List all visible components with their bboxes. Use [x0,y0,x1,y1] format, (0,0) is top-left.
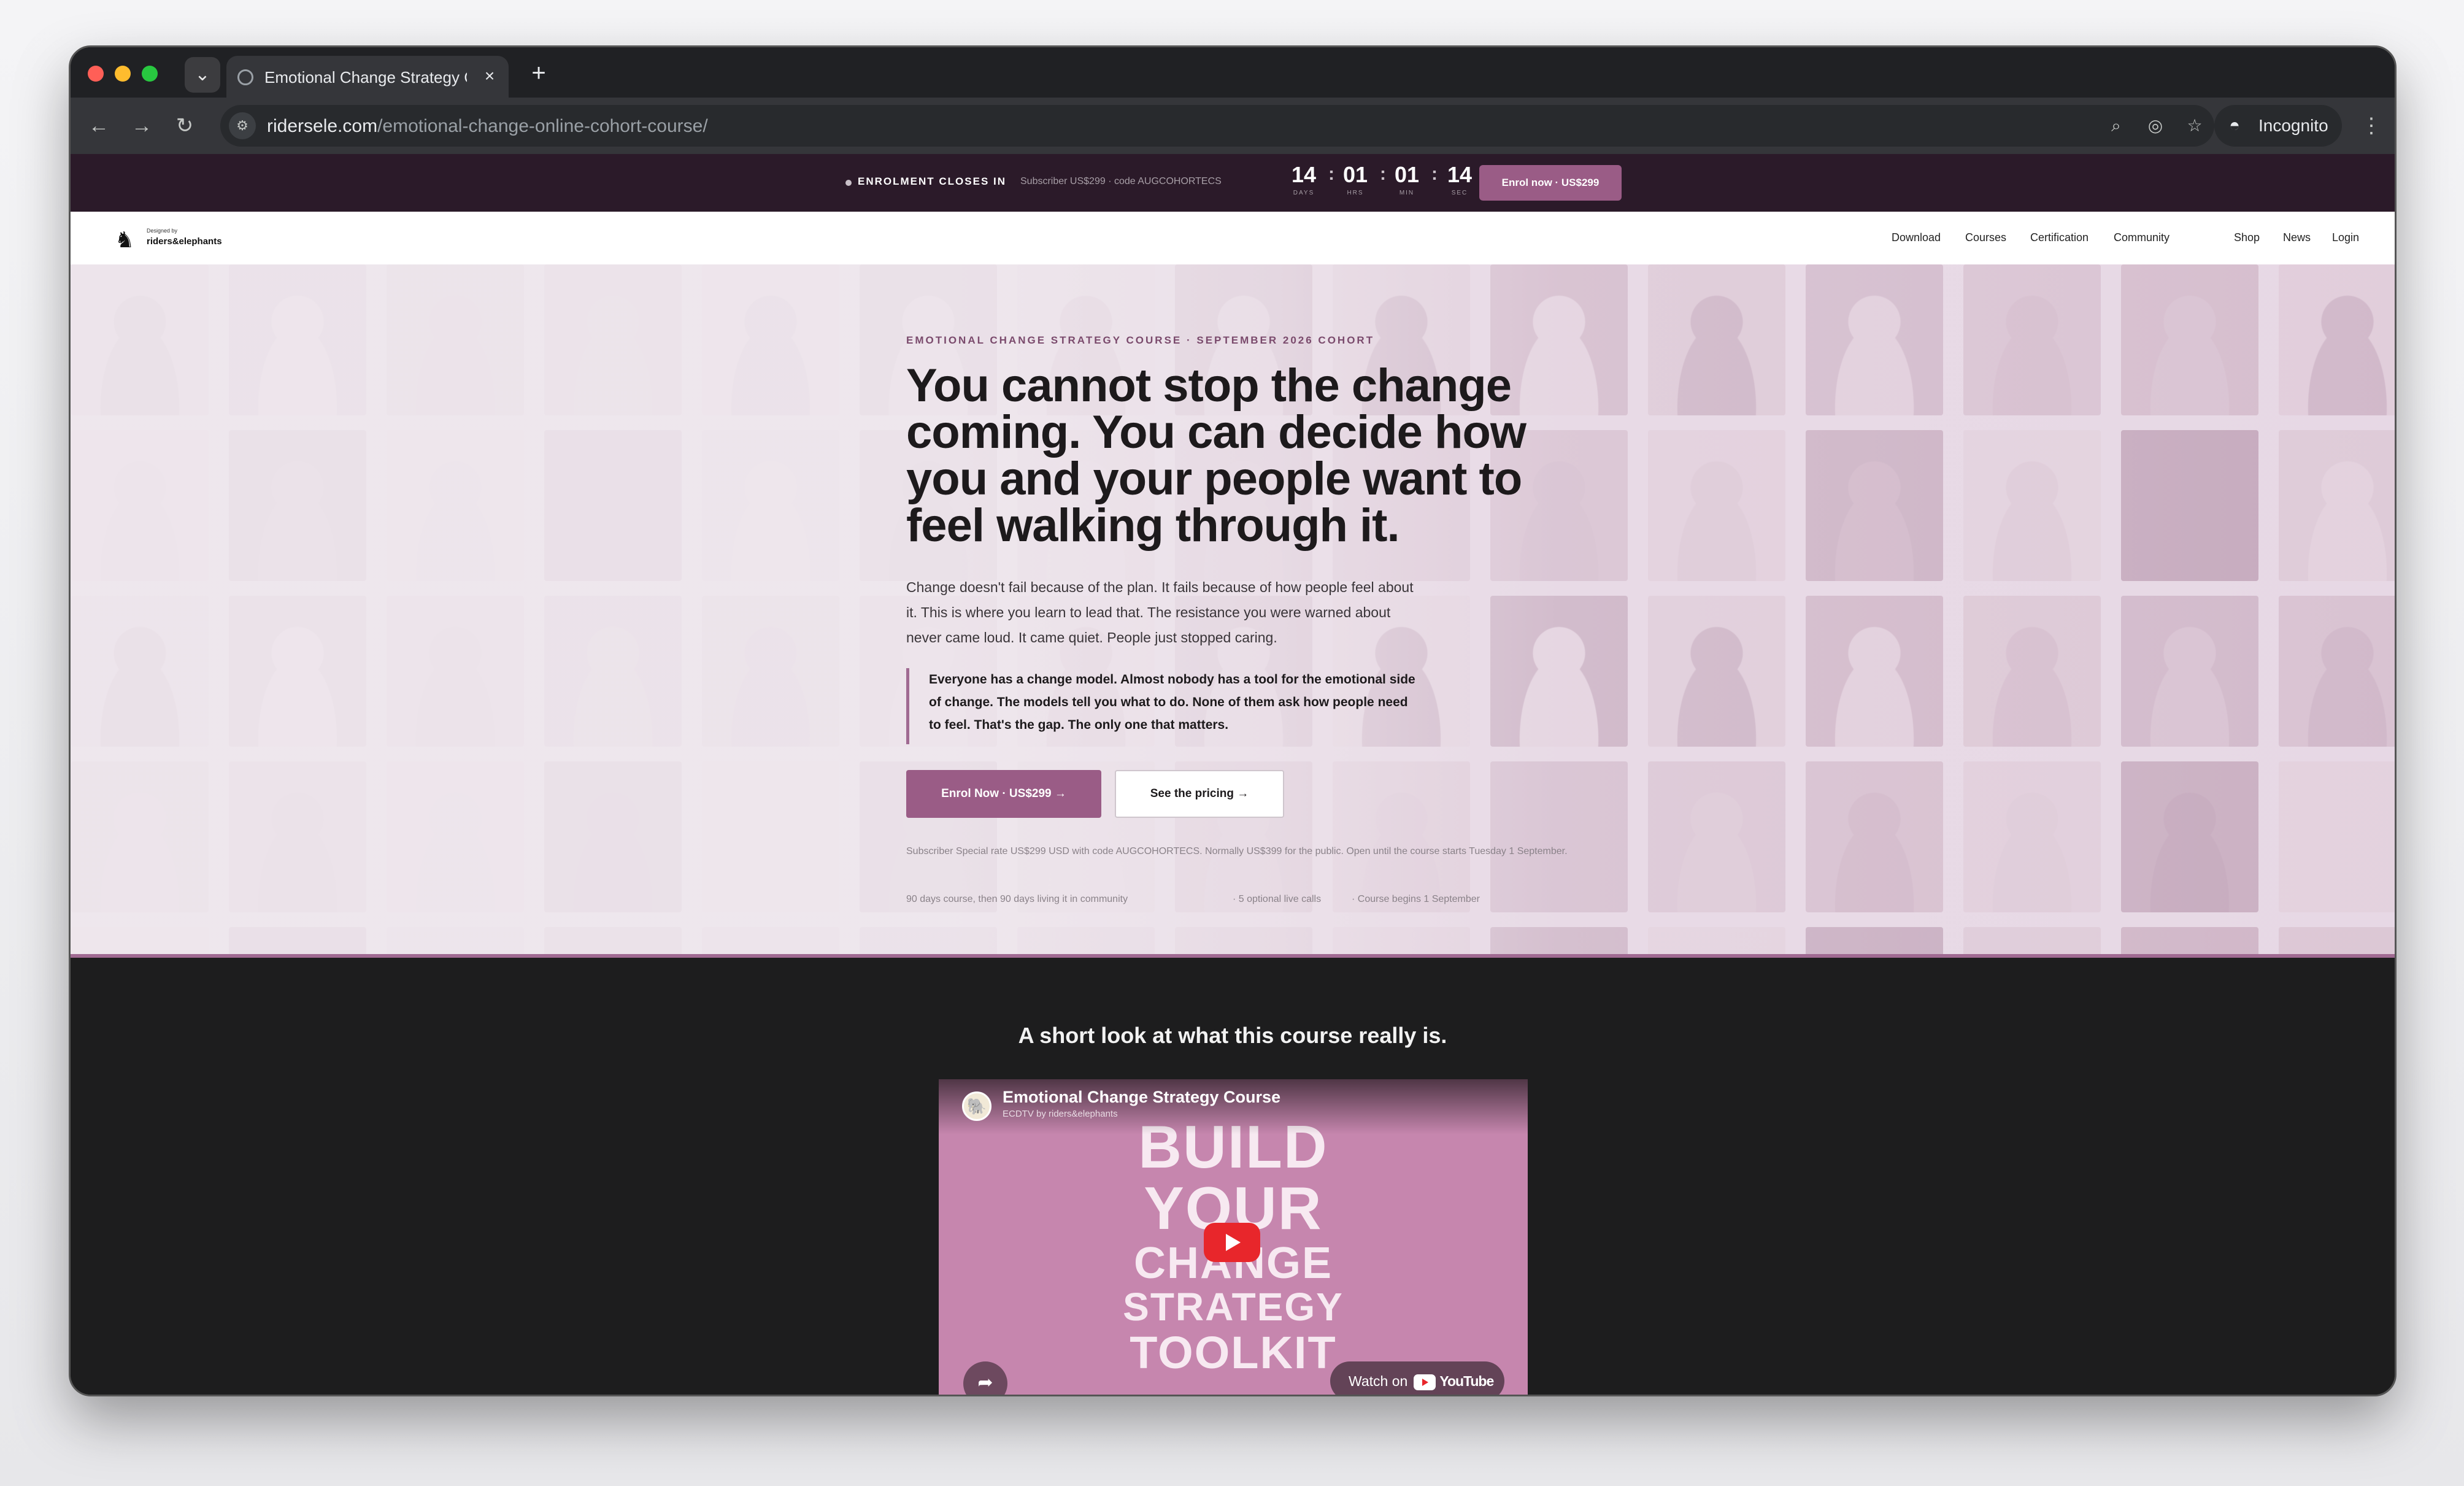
active-tab[interactable]: Emotional Change Strategy Course × [226,56,509,98]
nav-link-community[interactable]: Community [2114,231,2169,244]
star-icon[interactable]: ☆ [2182,114,2207,138]
nav-link-certification[interactable]: Certification [2030,231,2089,244]
logo-wordmark: riders&elephants [147,236,222,247]
close-window-button[interactable] [88,66,104,82]
incognito-label: Incognito [2258,116,2328,135]
site-header: ♞ Designed by riders&elephants Download … [71,212,2395,264]
see-pricing-button[interactable]: See the pricing → [1115,770,1284,818]
site-settings-icon[interactable]: ⚙ [229,112,256,139]
hero-section: EMOTIONAL CHANGE STRATEGY COURSE · SEPTE… [71,264,2395,1078]
nav-link-shop[interactable]: Shop [2234,231,2260,244]
countdown-unit: SEC [1451,190,1468,196]
youtube-wordmark: YouTube [1439,1373,1494,1389]
enrol-now-button[interactable]: Enrol Now · US$299 → [906,770,1101,818]
pricing-fine-print: Subscriber Special rate US$299 USD with … [906,846,1568,857]
close-icon[interactable]: × [479,66,500,87]
countdown-value: 14 [1291,162,1317,187]
chevron-down-icon: ⌄ [194,64,210,85]
elephant-icon: ♞ [115,227,135,252]
nav-link-login[interactable]: Login [2332,231,2359,244]
url-path: /emotional-change-online-cohort-course/ [377,116,708,136]
youtube-icon [1414,1374,1436,1390]
countdown-separator: : [1380,164,1386,184]
watch-on-label: Watch on [1349,1373,1408,1389]
countdown-value: 01 [1342,162,1368,187]
tab-search-button[interactable]: ⌄ [185,57,220,93]
address-bar[interactable]: ⚙ ridersele.com/emotional-change-online-… [220,105,2214,147]
arrow-left-icon: ← [88,114,109,137]
countdown-separator: : [1328,164,1334,184]
player-header: 🐘 Emotional Change Strategy Course ECDTV… [939,1079,1528,1134]
tab-title: Emotional Change Strategy Course [264,68,467,87]
watch-on-youtube-button[interactable]: Watch on YouTube [1330,1361,1504,1395]
enrolment-closes-label: ENROLMENT CLOSES IN [858,175,1007,187]
video-title[interactable]: Emotional Change Strategy Course [1003,1088,1280,1107]
incognito-badge[interactable]: ◓ Incognito [2214,105,2342,147]
nav-link-download[interactable]: Download [1892,231,1941,244]
course-meta-duration: 90 days course, then 90 days living it i… [906,894,1128,904]
countdown-unit: MIN [1399,190,1415,196]
maximize-window-button[interactable] [142,66,158,82]
course-meta-calls: · 5 optional live calls [1233,894,1322,904]
dot-icon [845,180,852,186]
hero-headline: You cannot stop the change coming. You c… [906,360,1527,552]
nav-link-courses[interactable]: Courses [1965,231,2006,244]
countdown-value: 14 [1447,162,1473,187]
course-meta-start: · Course begins 1 September [1352,894,1480,904]
hero-lede: Change doesn't fail because of the plan.… [906,579,1414,645]
play-button[interactable] [1204,1223,1260,1262]
page-viewport: ENROLMENT CLOSES IN Subscriber US$299 · … [71,154,2395,1395]
tab-bar: ⌄ Emotional Change Strategy Course × + [71,47,2395,98]
thumbnail-text-line: STRATEGY [1123,1285,1344,1329]
countdown-seconds: 14 SEC [1442,162,1477,197]
zoom-icon[interactable]: ⌕ [2104,114,2128,138]
promo-enrol-button[interactable]: Enrol now · US$299 [1479,165,1622,201]
countdown-minutes: 01 MIN [1390,162,1424,197]
countdown-hours: 01 HRS [1338,162,1373,197]
nav-link-news[interactable]: News [2283,231,2311,244]
channel-avatar[interactable]: 🐘 [962,1091,991,1121]
countdown-unit: DAYS [1293,190,1315,196]
arrow-right-icon: → [131,114,152,137]
play-icon [1226,1234,1241,1251]
browser-toolbar: ← → ↻ ⚙ ridersele.com/emotional-change-o… [71,98,2395,154]
kebab-menu-icon: ⋮ [2361,114,2382,137]
riders-elephants-logo[interactable]: ♞ Designed by riders&elephants [115,225,250,252]
countdown-separator: : [1431,164,1438,184]
plus-icon: + [531,60,546,87]
video-section-title: A short look at what this course really … [1018,1023,1447,1048]
reload-icon: ↻ [175,114,194,137]
countdown-unit: HRS [1347,190,1364,196]
new-tab-button[interactable]: + [523,58,554,89]
browser-menu-button[interactable]: ⋮ [2359,110,2384,142]
reload-button[interactable]: ↻ [169,110,201,142]
youtube-player[interactable]: BUILD YOUR CHANGE STRATEGY TOOLKIT 🐘 Emo… [939,1079,1528,1395]
subscriber-code-text: Subscriber US$299 · code AUGCOHORTECS [1020,176,1222,187]
globe-icon [237,69,253,85]
back-button[interactable]: ← [83,110,115,142]
share-icon: ➦ [977,1372,993,1393]
url-domain: ridersele.com [267,116,378,136]
forward-button[interactable]: → [126,110,158,142]
url-text[interactable]: ridersele.com/emotional-change-online-co… [267,116,708,137]
browser-window: ⌄ Emotional Change Strategy Course × + ←… [69,45,2397,1396]
video-section: A short look at what this course really … [71,958,2395,1395]
countdown-days: 14 DAYS [1287,162,1321,197]
incognito-icon: ◓ [2229,115,2241,136]
hero-eyebrow: EMOTIONAL CHANGE STRATEGY COURSE · SEPTE… [906,334,1375,346]
channel-name[interactable]: ECDTV by riders&elephants [1003,1109,1118,1119]
countdown-value: 01 [1394,162,1420,187]
promo-bar: ENROLMENT CLOSES IN Subscriber US$299 · … [71,154,2395,212]
eye-off-icon[interactable]: ◎ [2143,114,2168,138]
minimize-window-button[interactable] [115,66,131,82]
hero-quote: Everyone has a change model. Almost nobo… [906,668,1415,744]
logo-tagline: Designed by [147,228,178,234]
